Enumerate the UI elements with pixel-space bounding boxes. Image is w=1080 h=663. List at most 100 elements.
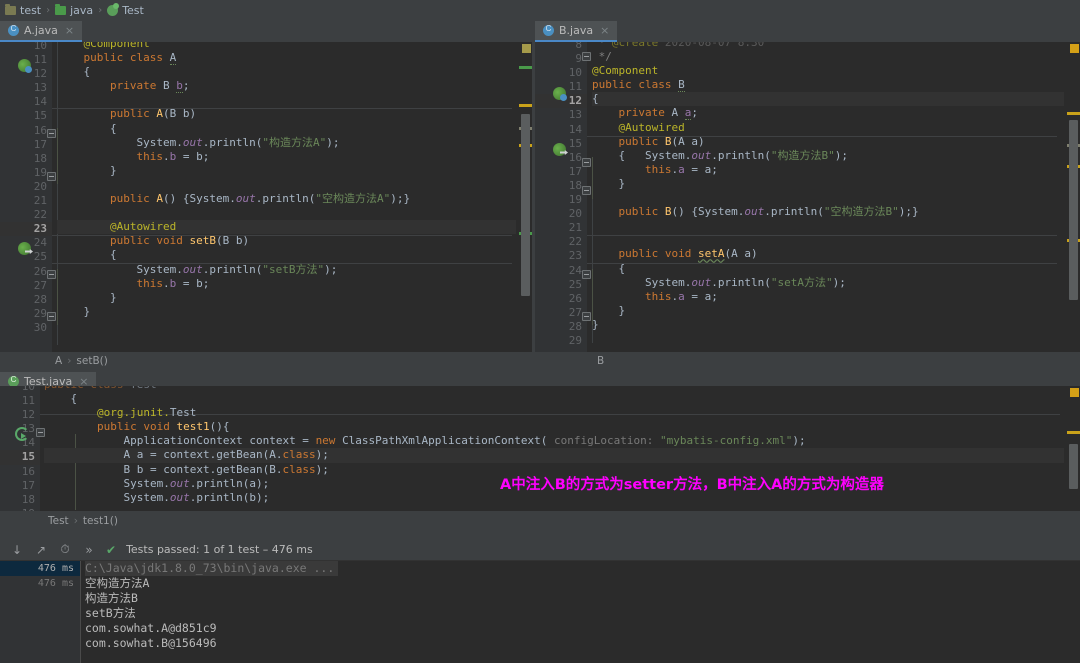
run-panel: ↓ ↗ ⏱ » ✔ Tests passed: 1 of 1 test – 47… — [0, 539, 1080, 663]
code-line[interactable]: ApplicationContext context = new ClassPa… — [44, 434, 1064, 448]
code-line[interactable]: } — [57, 305, 516, 319]
code-line[interactable]: private A a; — [592, 106, 1064, 120]
run-test-gutter-icon[interactable] — [14, 426, 27, 439]
code-line[interactable]: this.a = a; — [592, 290, 1064, 304]
scrollbar-left[interactable] — [519, 42, 532, 352]
code-line[interactable]: } — [57, 291, 516, 305]
fold-collapse-icon[interactable] — [47, 129, 56, 138]
fold-collapse-icon[interactable] — [47, 312, 56, 321]
code-line[interactable]: public class Test — [44, 386, 1064, 392]
code-line[interactable] — [57, 93, 516, 107]
code-line[interactable]: System.out.println("setA方法"); — [592, 276, 1064, 290]
code-line[interactable]: public void setB(B b) — [57, 234, 516, 248]
close-icon[interactable]: × — [600, 24, 609, 37]
fold-collapse-icon[interactable] — [582, 52, 591, 61]
nav-crumb-left[interactable]: A › setB() — [0, 352, 532, 370]
code-line[interactable]: @org.junit.Test — [44, 406, 1064, 420]
code-line[interactable] — [592, 332, 1064, 346]
code-line[interactable]: this.b = b; — [57, 150, 516, 164]
code-line[interactable]: public void setA(A a) — [592, 247, 1064, 261]
code-line[interactable]: public class B — [592, 78, 1064, 92]
breadcrumb-item-testclass[interactable]: Test — [107, 4, 144, 17]
code-line[interactable]: { — [592, 92, 1064, 106]
nav-crumb-class[interactable]: B — [597, 355, 604, 367]
code-line[interactable]: * @create 2020-08-07 8:30 — [592, 42, 1064, 50]
code-line[interactable]: { — [57, 65, 516, 79]
nav-crumb-method[interactable]: test1() — [83, 515, 118, 527]
code-line[interactable]: public B(A a) — [592, 135, 1064, 149]
nav-crumb-bottom[interactable]: Test › test1() — [0, 512, 1080, 530]
editor-b-java[interactable]: 8910111213141516171819202122232425262728… — [535, 42, 1080, 352]
spring-autowired-gutter-icon[interactable] — [553, 143, 566, 156]
code-line[interactable] — [57, 206, 516, 220]
breadcrumb-item-java[interactable]: java — [55, 4, 93, 17]
fold-collapse-icon[interactable] — [47, 172, 56, 181]
nav-crumb-method[interactable]: setB() — [76, 355, 107, 367]
code-line[interactable]: public B() {System.out.println("空构造方法B")… — [592, 205, 1064, 219]
spring-autowired-gutter-icon[interactable] — [18, 242, 31, 255]
scrollbar-bottom[interactable] — [1067, 386, 1080, 511]
code-line[interactable]: } — [57, 164, 516, 178]
code-line[interactable]: } — [592, 318, 1064, 332]
inspection-status-icon[interactable] — [522, 44, 531, 53]
code-line[interactable]: this.a = a; — [592, 163, 1064, 177]
code-line[interactable]: A a = context.getBean(A.class); — [44, 448, 1064, 462]
scrollbar-thumb[interactable] — [1069, 120, 1078, 300]
code-line[interactable]: System.out.println("setB方法"); — [57, 263, 516, 277]
code-line[interactable]: @Component — [592, 64, 1064, 78]
scroll-down-icon[interactable]: ↓ — [10, 543, 24, 557]
nav-crumb-class[interactable]: Test — [48, 515, 69, 527]
code-line[interactable]: this.b = b; — [57, 277, 516, 291]
code-line[interactable]: { — [44, 392, 1064, 406]
code-line[interactable]: @Component — [57, 42, 516, 51]
fold-collapse-icon[interactable] — [582, 186, 591, 195]
nav-crumb-class[interactable]: A — [55, 355, 62, 367]
history-icon[interactable]: ⏱ — [58, 542, 72, 557]
code-line[interactable] — [592, 219, 1064, 233]
console-output[interactable]: 476 ms476 ms C:\Java\jdk1.8.0_73\bin\jav… — [0, 561, 1080, 663]
editor-test-java[interactable]: 10111213141516171819 public class Test {… — [0, 386, 1080, 511]
code-line[interactable]: */ — [592, 50, 1064, 64]
inspection-status-icon[interactable] — [1070, 44, 1079, 53]
fold-collapse-icon[interactable] — [47, 270, 56, 279]
code-line[interactable]: } — [592, 304, 1064, 318]
code-line[interactable]: public void test1(){ — [44, 420, 1064, 434]
nav-crumb-separator-icon: › — [74, 515, 78, 527]
gutter-left[interactable]: 1011121314151617181920212223242526272829… — [0, 42, 52, 352]
code-line[interactable]: @Autowired — [592, 121, 1064, 135]
spring-bean-gutter-icon[interactable] — [18, 59, 31, 72]
export-icon[interactable]: ↗ — [34, 543, 48, 557]
scrollbar-thumb[interactable] — [521, 114, 530, 296]
code-line[interactable] — [57, 178, 516, 192]
code-line[interactable] — [57, 319, 516, 333]
spring-bean-gutter-icon[interactable] — [553, 87, 566, 100]
code-line[interactable]: public A() {System.out.println("空构造方法A")… — [57, 192, 516, 206]
fold-collapse-icon[interactable] — [582, 312, 591, 321]
code-line[interactable]: System.out.println("构造方法A"); — [57, 136, 516, 150]
code-line[interactable] — [44, 505, 1064, 511]
editor-a-java[interactable]: 1011121314151617181920212223242526272829… — [0, 42, 532, 352]
fold-collapse-icon[interactable] — [582, 158, 591, 167]
code-line[interactable]: } — [592, 177, 1064, 191]
code-line[interactable]: private B b; — [57, 79, 516, 93]
tab-b-java[interactable]: B.java × — [535, 21, 617, 42]
code-line[interactable]: public A(B b) — [57, 107, 516, 121]
scrollbar-right[interactable] — [1067, 42, 1080, 352]
code-line[interactable]: { System.out.println("构造方法B"); — [592, 149, 1064, 163]
inspection-status-icon[interactable] — [1070, 388, 1079, 397]
nav-crumb-right[interactable]: B — [535, 352, 1080, 370]
code-line[interactable] — [592, 191, 1064, 205]
scrollbar-thumb[interactable] — [1069, 444, 1078, 489]
fold-collapse-icon[interactable] — [582, 270, 591, 279]
code-line[interactable]: { — [592, 262, 1064, 276]
more-icon[interactable]: » — [82, 543, 96, 557]
code-line[interactable]: @Autowired — [57, 220, 516, 234]
code-line[interactable]: public class A — [57, 51, 516, 65]
code-line[interactable]: { — [57, 122, 516, 136]
close-icon[interactable]: × — [65, 24, 74, 37]
tab-a-java[interactable]: A.java × — [0, 21, 82, 42]
code-line[interactable]: { — [57, 248, 516, 262]
breadcrumb-item-test[interactable]: test — [5, 4, 41, 17]
code-line[interactable] — [592, 233, 1064, 247]
gutter-bottom[interactable]: 10111213141516171819 — [0, 386, 40, 511]
